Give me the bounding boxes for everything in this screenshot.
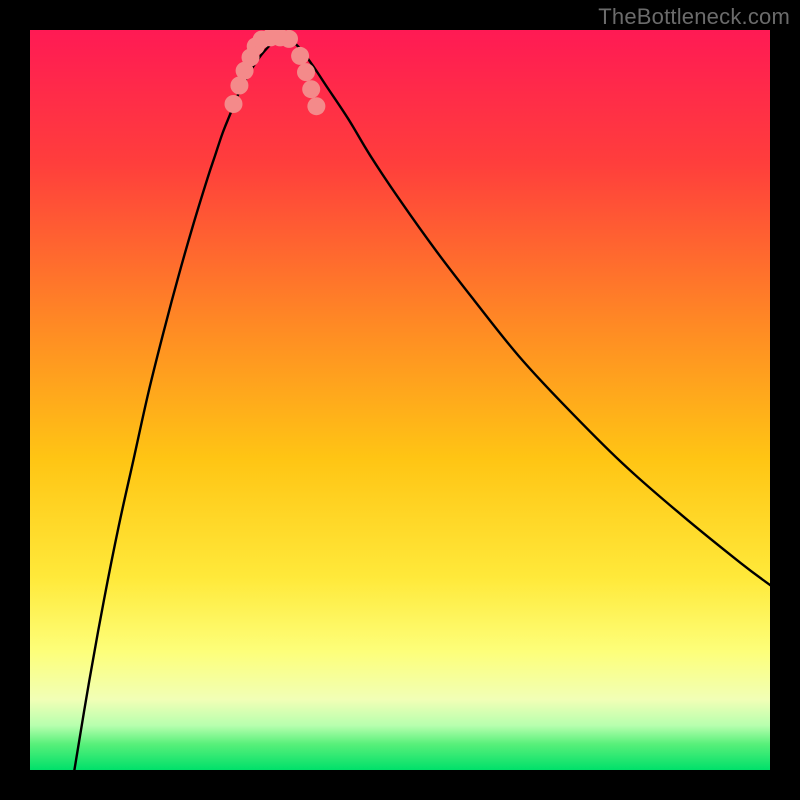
chart-frame: TheBottleneck.com <box>0 0 800 800</box>
marker-dot <box>225 95 243 113</box>
plot-area <box>30 30 770 770</box>
marker-dot <box>297 63 315 81</box>
chart-svg <box>30 30 770 770</box>
marker-dot <box>302 80 320 98</box>
marker-dot <box>291 47 309 65</box>
marker-dot <box>307 97 325 115</box>
watermark-text: TheBottleneck.com <box>598 4 790 30</box>
marker-dot <box>280 30 298 48</box>
